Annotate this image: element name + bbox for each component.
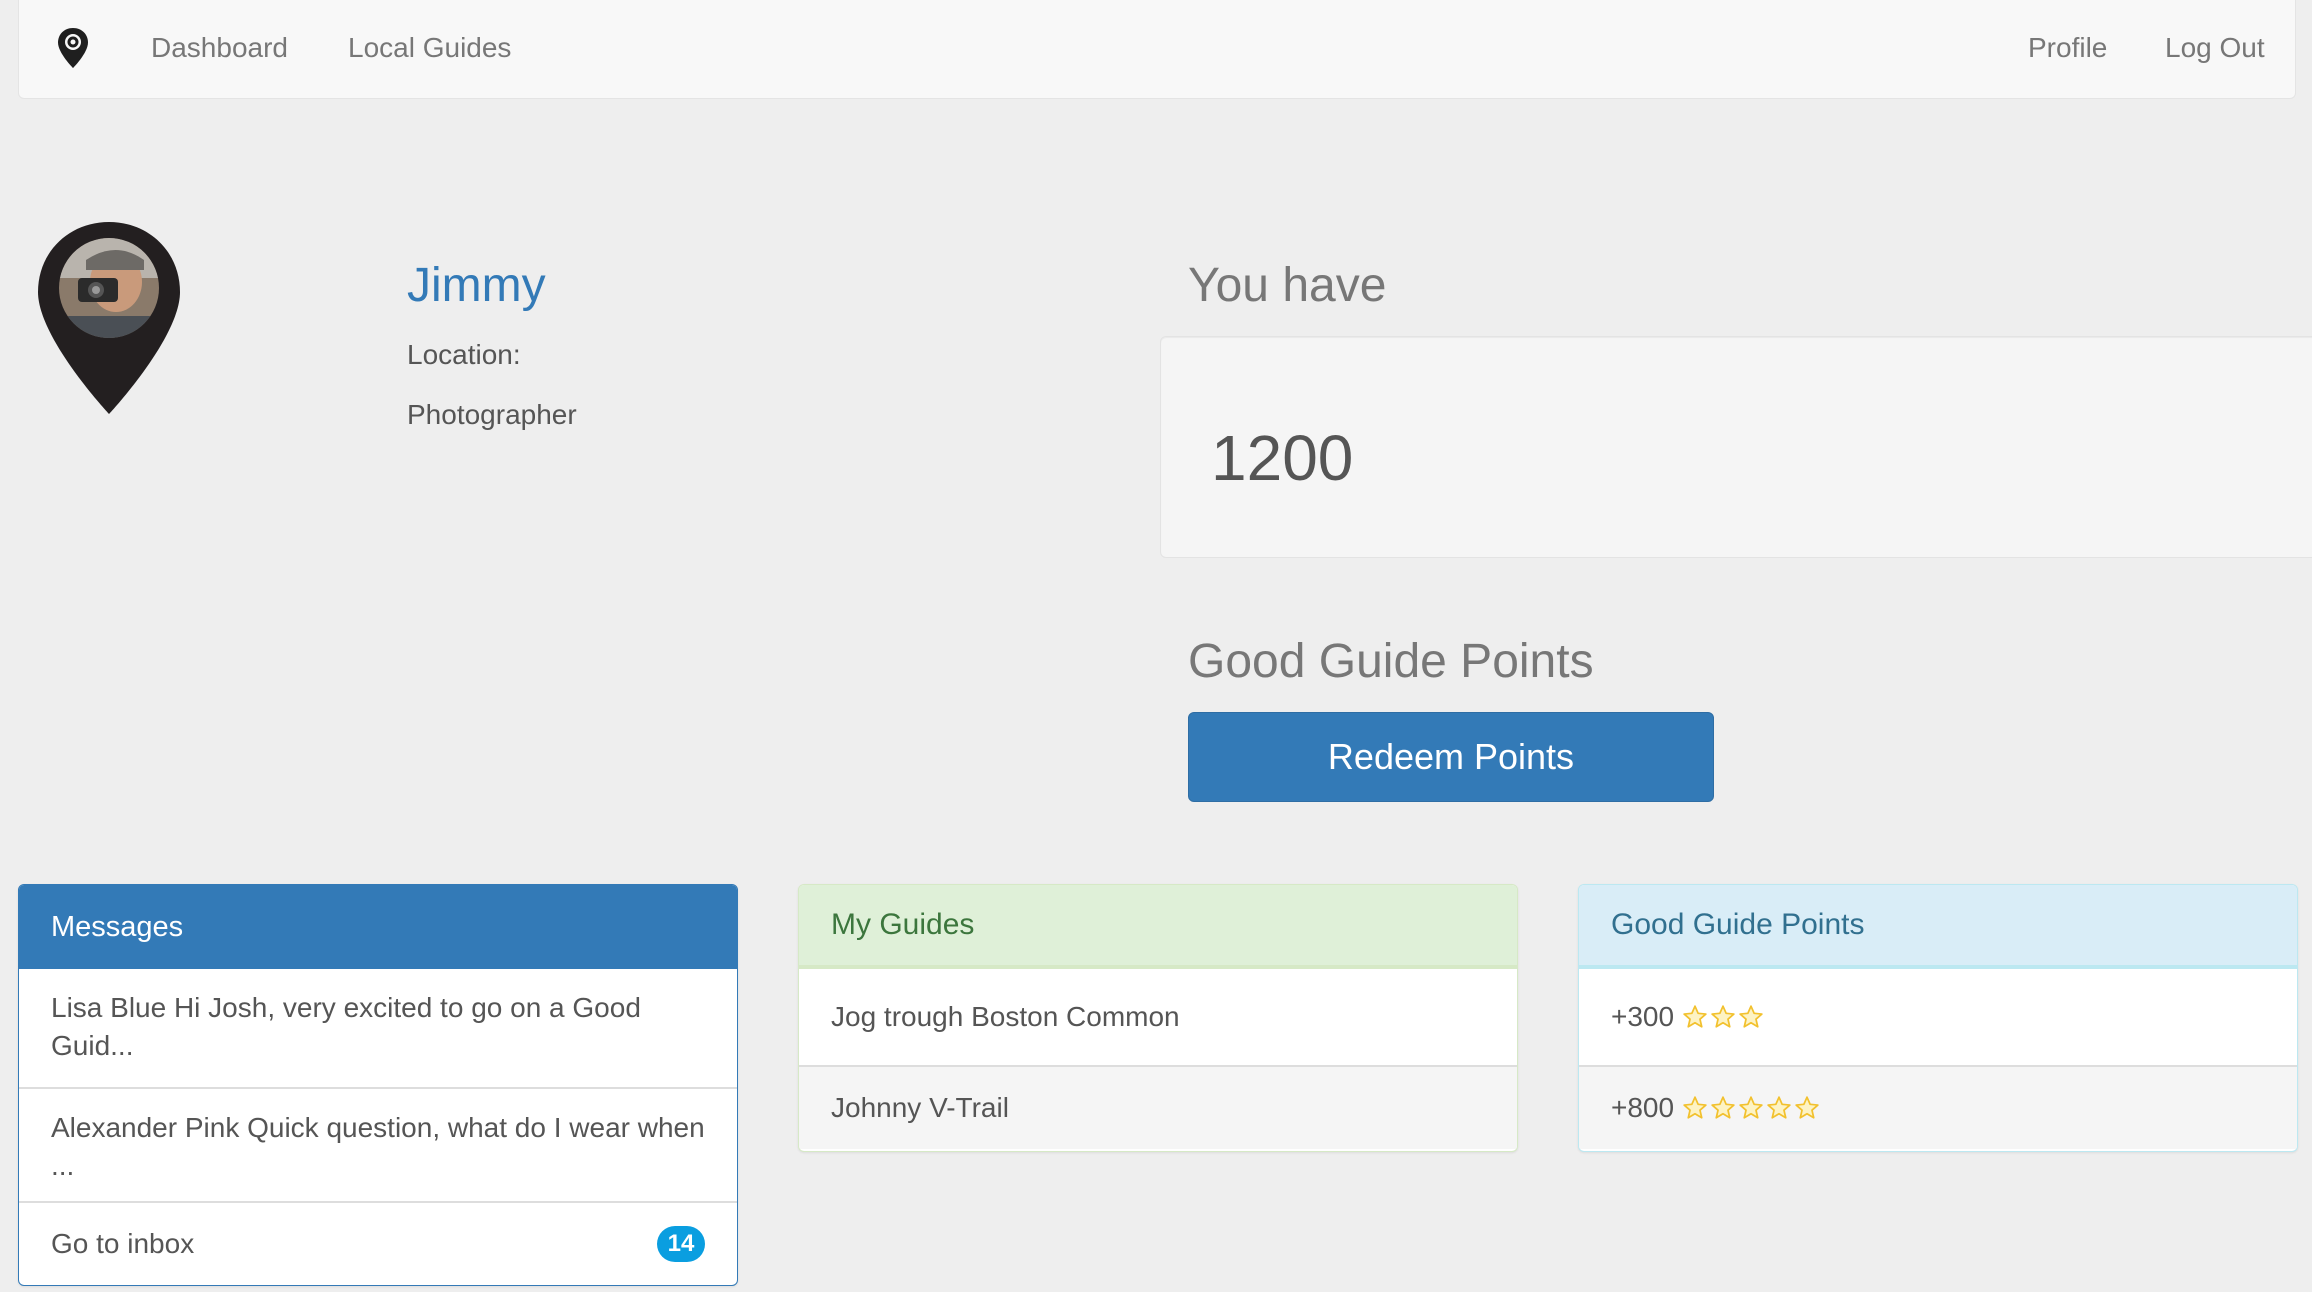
profile-location-label: Location: [407,339,521,370]
points-item: +300 [1579,969,2297,1067]
top-navbar: Dashboard Local Guides Profile Log Out [18,0,2296,99]
you-have-heading: You have [1188,259,1387,312]
my-guides-panel: My Guides Jog trough Boston Common Johnn… [798,884,1518,1152]
nav-logout-link[interactable]: Log Out [2165,30,2265,66]
star-icon [1739,1096,1763,1119]
nav-profile-link[interactable]: Profile [2028,30,2107,66]
nav-dashboard-link[interactable]: Dashboard [151,30,288,66]
star-icon [1739,1005,1763,1028]
map-pin-logo-icon[interactable] [55,26,91,70]
inbox-count-badge: 14 [657,1226,705,1262]
redeem-points-button[interactable]: Redeem Points [1188,712,1714,802]
guide-item[interactable]: Jog trough Boston Common [799,969,1517,1067]
star-rating [1682,1095,1820,1121]
good-guide-points-heading: Good Guide Points [1188,635,1594,688]
points-balance-well: 1200 [1160,336,2312,558]
points-balance-value: 1200 [1211,422,1354,494]
star-icon [1711,1005,1735,1028]
star-rating [1682,1004,1764,1030]
star-icon [1683,1005,1707,1028]
points-item: +800 [1579,1067,2297,1149]
star-icon [1795,1096,1819,1119]
my-guides-panel-title: My Guides [799,885,1517,969]
star-icon [1767,1096,1791,1119]
points-item-amount: +800 [1611,1092,1675,1123]
good-guide-points-panel-title: Good Guide Points [1579,885,2297,969]
points-item-amount: +300 [1611,1001,1675,1032]
profile-role: Photographer [407,399,577,430]
good-guide-points-panel: Good Guide Points +300 +800 [1578,884,2298,1152]
guide-item[interactable]: Johnny V-Trail [799,1067,1517,1149]
message-item[interactable]: Alexander Pink Quick question, what do I… [19,1089,737,1203]
star-icon [1711,1096,1735,1119]
nav-local-guides-link[interactable]: Local Guides [348,30,511,66]
go-to-inbox-label: Go to inbox [51,1228,195,1259]
map-pin-avatar-icon [38,222,180,414]
messages-panel-title: Messages [19,885,737,969]
profile-name: Jimmy [407,259,546,312]
messages-panel: Messages Lisa Blue Hi Josh, very excited… [18,884,738,1286]
message-item[interactable]: Lisa Blue Hi Josh, very excited to go on… [19,969,737,1089]
go-to-inbox-link[interactable]: Go to inbox 14 [19,1203,737,1285]
star-icon [1683,1096,1707,1119]
